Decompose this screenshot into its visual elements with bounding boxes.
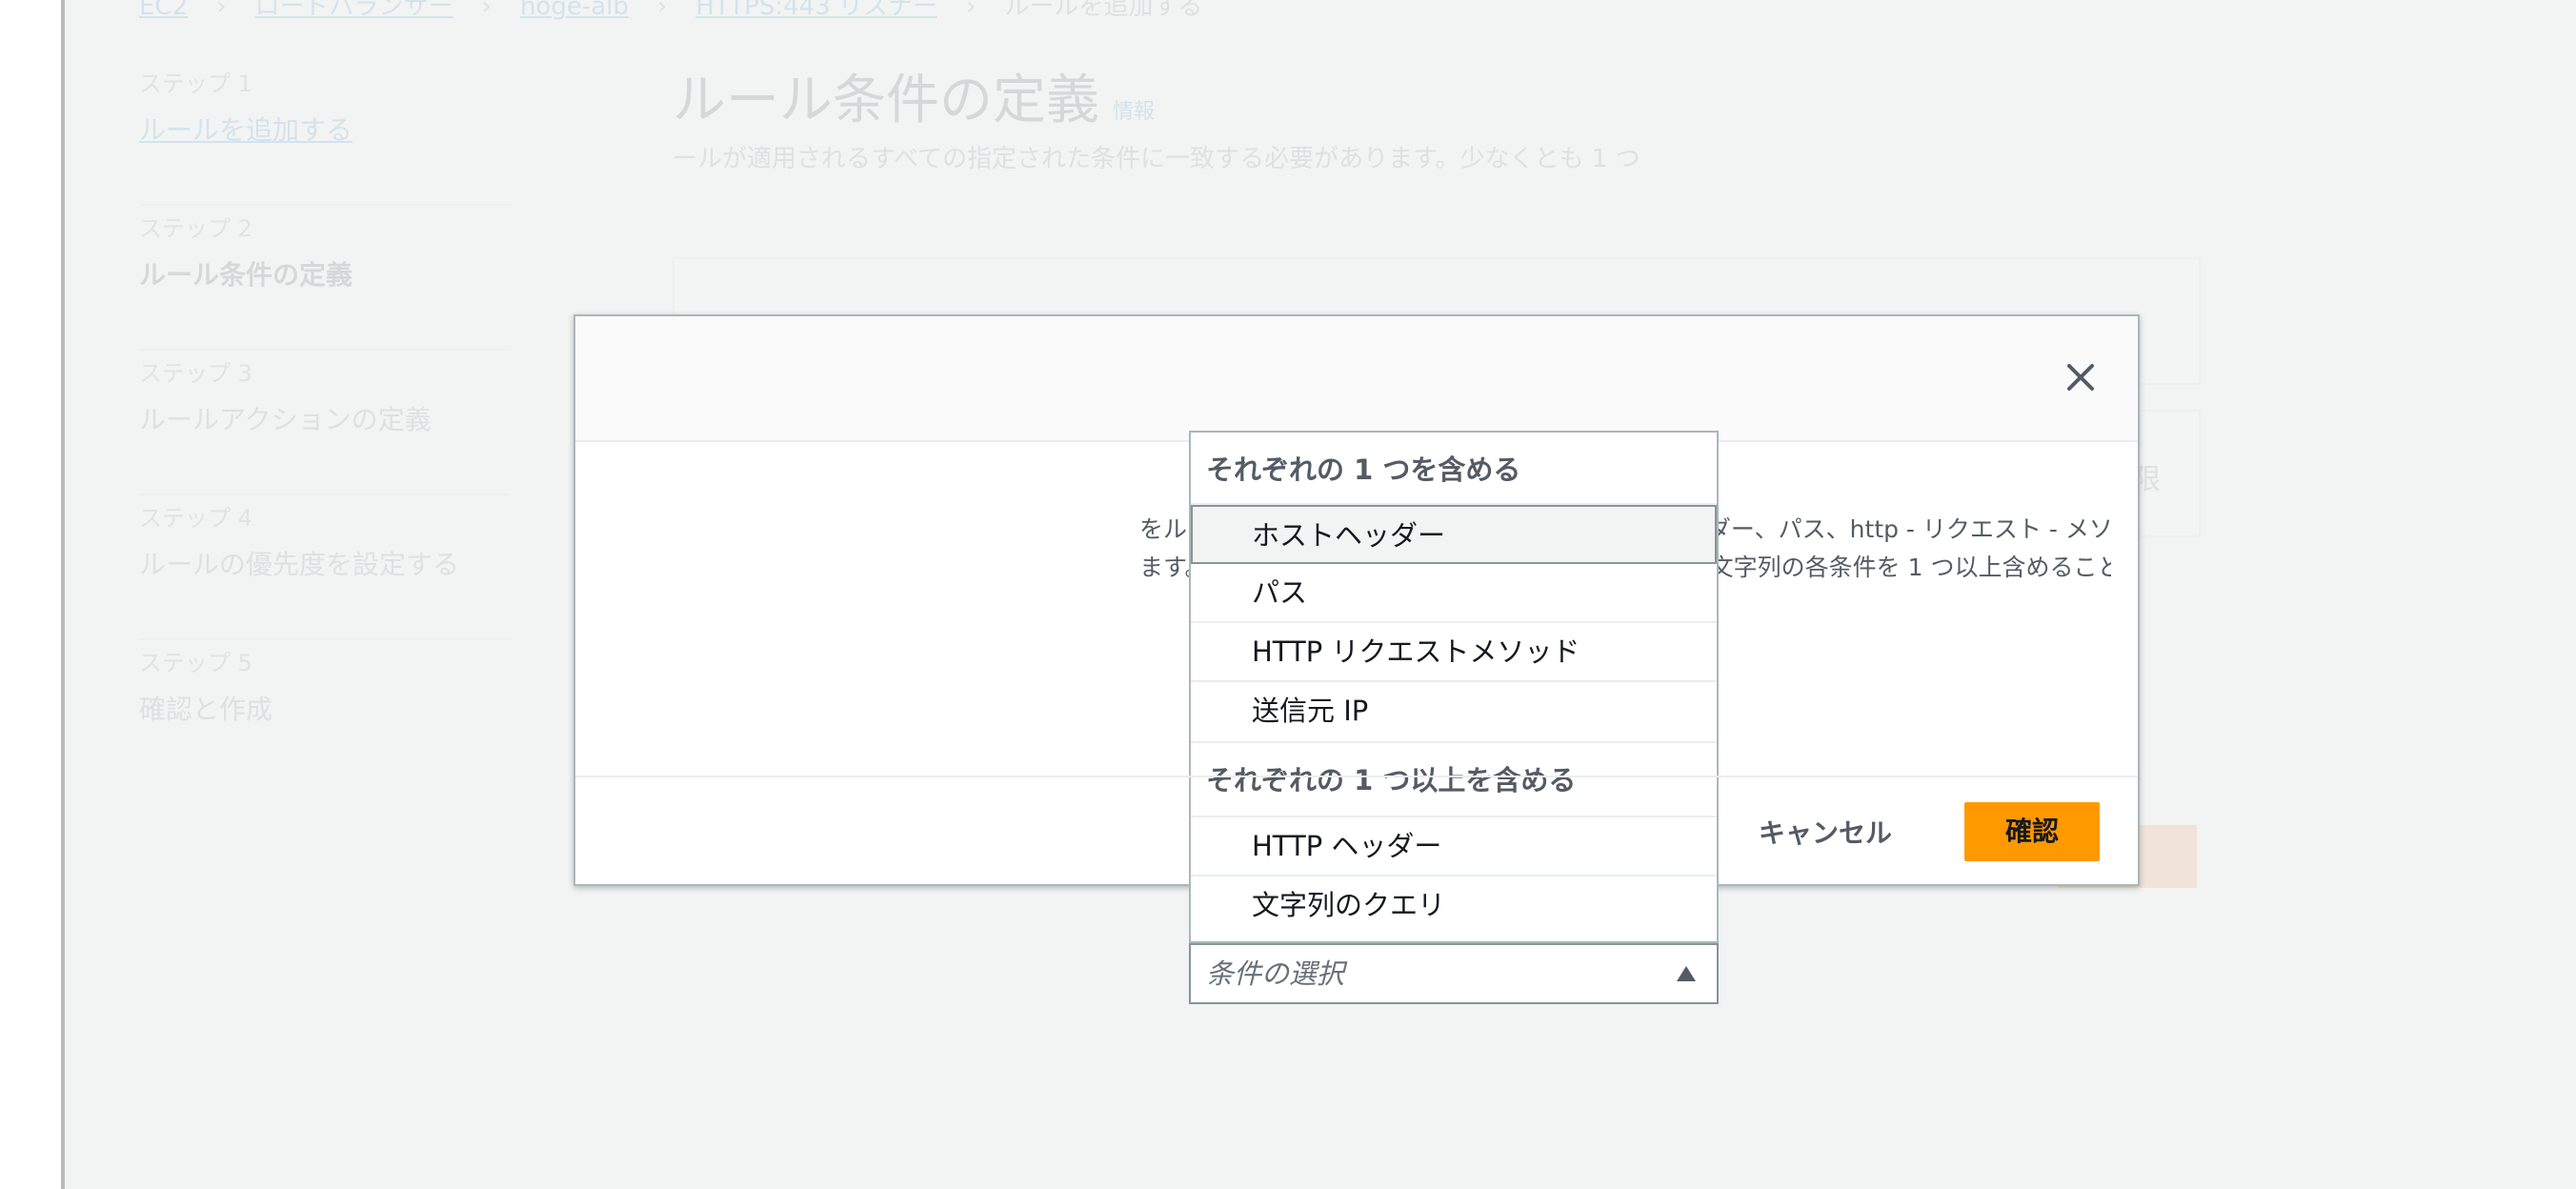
- caret-up-icon: [1677, 966, 1696, 981]
- condition-select[interactable]: 条件の選択: [1189, 943, 1719, 1004]
- step-5: ステップ 5 確認と作成: [139, 640, 511, 783]
- modal-footer: キャンセル 確認: [575, 776, 2138, 884]
- step-title: ルールアクションの定義: [139, 404, 432, 435]
- select-placeholder: 条件の選択: [1206, 957, 1345, 990]
- cancel-button[interactable]: キャンセル: [1743, 804, 1907, 863]
- breadcrumb-listener[interactable]: HTTPS:443 リスナー: [695, 0, 937, 21]
- add-condition-modal: をルーティングします。各ルールには、ホスト - ヘッダー、パス、http - リ…: [574, 314, 2140, 1004]
- modal-header: [575, 316, 2138, 442]
- step-title-current: ルール条件の定義: [139, 259, 353, 291]
- step-title-link[interactable]: ルールを追加する: [139, 110, 511, 148]
- step-number: ステップ 3: [139, 360, 252, 387]
- step-title: 確認と作成: [139, 694, 273, 725]
- page-title-text: ルール条件の定義: [673, 70, 1099, 131]
- step-2: ステップ 2 ルール条件の定義: [139, 206, 511, 351]
- option-path[interactable]: パス: [1191, 564, 1717, 623]
- chevron-right-icon: ›: [216, 0, 227, 21]
- step-number: ステップ 2: [139, 215, 252, 242]
- step-1: ステップ 1 ルールを追加する: [139, 61, 511, 206]
- chevron-right-icon: ›: [656, 0, 668, 21]
- group-label-one-each: それぞれの 1 つを含める: [1191, 433, 1717, 505]
- wizard-steps: ステップ 1 ルールを追加する ステップ 2 ルール条件の定義 ステップ 3 ル…: [139, 61, 511, 783]
- option-http-request-method[interactable]: HTTP リクエストメソッド: [1191, 623, 1717, 682]
- breadcrumb-alb[interactable]: hoge-alb: [520, 0, 629, 21]
- confirm-button[interactable]: 確認: [1964, 802, 2100, 861]
- breadcrumb-load-balancer[interactable]: ロードバランサー: [255, 0, 453, 21]
- option-host-header[interactable]: ホストヘッダー: [1191, 505, 1717, 564]
- chevron-right-icon: ›: [966, 0, 976, 21]
- step-3: ステップ 3 ルールアクションの定義: [139, 351, 511, 495]
- option-source-ip[interactable]: 送信元 IP: [1191, 682, 1717, 741]
- step-number: ステップ 1: [139, 71, 252, 97]
- page-description: ールが適用されるすべての指定された条件に一致する必要があります。少なくとも 1 …: [673, 145, 1640, 173]
- step-number: ステップ 4: [139, 505, 252, 532]
- option-query-string[interactable]: 文字列のクエリ: [1191, 877, 1717, 936]
- info-link[interactable]: 情報: [1113, 100, 1155, 124]
- step-title: ルールの優先度を設定する: [139, 549, 460, 580]
- breadcrumb: EC2 › ロードバランサー › hoge-alb › HTTPS:443 リスナー › ルール…: [139, 0, 1202, 22]
- step-4: ステップ 4 ルールの優先度を設定する: [139, 495, 511, 640]
- breadcrumb-ec2[interactable]: EC2: [139, 0, 188, 21]
- chevron-right-icon: ›: [481, 0, 492, 21]
- page-title: ルール条件の定義 情報: [673, 57, 1155, 134]
- breadcrumb-current: ルールを追加する: [1004, 0, 1203, 21]
- close-icon[interactable]: [2062, 358, 2100, 396]
- step-number: ステップ 5: [139, 650, 252, 676]
